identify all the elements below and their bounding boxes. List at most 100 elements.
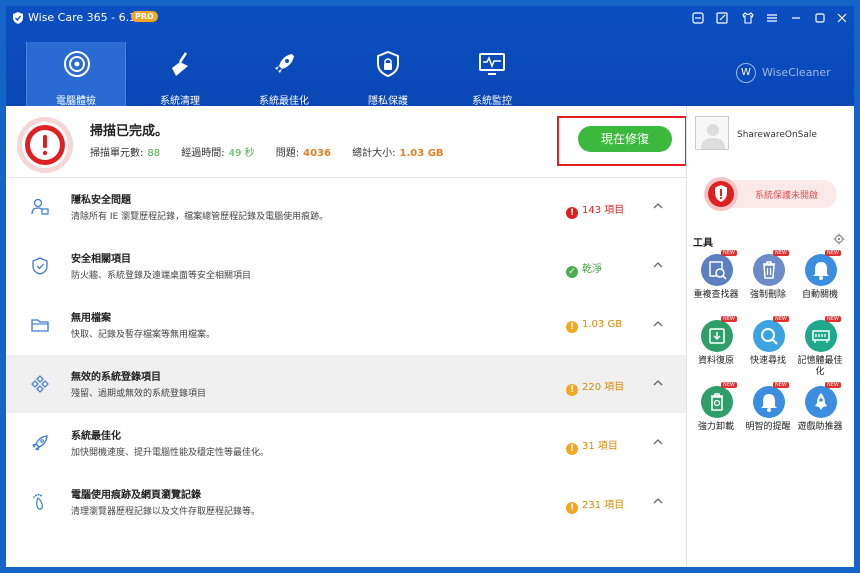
tool-label: 明智的提醒 bbox=[745, 422, 791, 432]
tool-uninstaller[interactable]: NEW 強力卸載 bbox=[691, 382, 741, 442]
memory-icon bbox=[805, 320, 837, 352]
chevron-up-icon[interactable] bbox=[652, 377, 664, 389]
tab-label: 系統最佳化 bbox=[259, 96, 309, 107]
tab-optimizer[interactable]: 系統最佳化 bbox=[234, 42, 334, 107]
tool-data-recovery[interactable]: NEW 資料復原 bbox=[691, 316, 741, 376]
error-status-icon: ! bbox=[566, 207, 578, 219]
app-title: Wise Care 365 - 6.3.2 bbox=[28, 11, 147, 24]
tool-auto-shutdown[interactable]: NEW 自動關機 bbox=[795, 250, 845, 310]
new-badge: NEW bbox=[721, 250, 737, 256]
scan-status-title: 掃描已完成。 bbox=[90, 124, 169, 139]
row-title: 系統最佳化 bbox=[71, 431, 121, 442]
protection-status-text: 系統保護未開啟 bbox=[755, 191, 819, 201]
result-row-registry[interactable]: 無效的系統登錄項目 殘留、過期或無效的系統登錄項目 ! 220 項目 bbox=[6, 355, 686, 413]
username[interactable]: SharewareOnSale bbox=[737, 130, 817, 140]
tab-checkup[interactable]: 電腦體檢 bbox=[26, 42, 126, 107]
skin-icon[interactable] bbox=[740, 10, 756, 26]
new-badge: NEW bbox=[825, 316, 841, 322]
protection-off-shield-icon bbox=[704, 177, 738, 211]
maximize-icon[interactable] bbox=[812, 10, 828, 26]
tab-monitor[interactable]: 系統監控 bbox=[442, 42, 542, 107]
tab-label: 系統監控 bbox=[472, 96, 512, 107]
title-bar: Wise Care 365 - 6.3.2 PRO bbox=[6, 6, 854, 30]
feedback-icon[interactable] bbox=[690, 10, 706, 26]
alert-icon bbox=[17, 117, 73, 173]
duplicate-finder-icon bbox=[701, 254, 733, 286]
monitor-pulse-icon bbox=[479, 53, 505, 75]
row-status: ! 220 項目 bbox=[566, 378, 624, 396]
warning-status-icon: ! bbox=[566, 502, 578, 514]
result-row-privacy[interactable]: 隱私安全問題 清除所有 IE 瀏覽歷程記錄，檔案總管歷程記錄及電腦使用痕跡。 !… bbox=[6, 178, 686, 236]
chevron-up-icon[interactable] bbox=[652, 259, 664, 271]
tools-heading: 工具 bbox=[693, 238, 713, 249]
result-row-traces[interactable]: 電腦使用痕跡及網頁瀏覽記錄 清理瀏覽器歷程記錄以及文件存取歷程記錄等。 ! 231… bbox=[6, 473, 686, 531]
scan-summary: 掃描已完成。 掃描單元數: 88 經過時間: 49 秒 問題: 4036 總計大小: 1… bbox=[6, 106, 687, 178]
warning-status-icon: ! bbox=[566, 321, 578, 333]
time-label: 經過時間: bbox=[181, 148, 225, 159]
row-status: ! 143 項目 bbox=[566, 201, 624, 219]
row-status: ! 1.03 GB bbox=[566, 319, 622, 333]
tool-label: 記憶體最佳化 bbox=[797, 356, 843, 377]
user-privacy-icon bbox=[31, 198, 49, 215]
tab-privacy[interactable]: 隱私保護 bbox=[338, 42, 438, 107]
bell-icon bbox=[805, 254, 837, 286]
row-description: 防火牆、系統登錄及遠端桌面等安全相關項目 bbox=[71, 271, 252, 281]
tool-label: 資料復原 bbox=[697, 356, 734, 366]
folder-icon bbox=[31, 319, 49, 332]
tool-label: 強制刪除 bbox=[749, 290, 786, 300]
result-row-junk[interactable]: 無用檔案 快取、記錄及暫存檔案等無用檔案。 ! 1.03 GB bbox=[6, 296, 686, 354]
tool-game-booster[interactable]: NEW 遊戲助推器 bbox=[795, 382, 845, 442]
row-status-text: 143 項目 bbox=[582, 205, 625, 216]
avatar[interactable] bbox=[695, 116, 729, 150]
row-title: 無用檔案 bbox=[71, 313, 111, 324]
row-status-text: 乾淨 bbox=[582, 264, 602, 275]
tool-force-delete[interactable]: NEW 強制刪除 bbox=[743, 250, 793, 310]
tool-fast-search[interactable]: NEW 快速尋找 bbox=[743, 316, 793, 376]
new-badge: NEW bbox=[773, 382, 789, 388]
result-row-optimize[interactable]: 系統最佳化 加快開機速度、提升電腦性能及穩定性等最佳化。 ! 31 項目 bbox=[6, 414, 686, 472]
edit-icon[interactable] bbox=[714, 10, 730, 26]
tab-cleaner[interactable]: 系統清理 bbox=[130, 42, 230, 107]
warning-status-icon: ! bbox=[566, 443, 578, 455]
tab-label: 電腦體檢 bbox=[56, 96, 96, 107]
gear-icon[interactable] bbox=[833, 233, 845, 245]
row-title: 安全相關項目 bbox=[71, 254, 131, 265]
chevron-up-icon[interactable] bbox=[652, 318, 664, 330]
tool-memory-optimizer[interactable]: NEW 記憶體最佳化 bbox=[795, 316, 845, 377]
warning-status-icon: ! bbox=[566, 384, 578, 396]
tool-duplicate-finder[interactable]: NEW 重複查找器 bbox=[691, 250, 741, 310]
trash-icon bbox=[753, 254, 785, 286]
header: Wise Care 365 - 6.3.2 PRO 電腦體檢 系統清理 系統最佳… bbox=[6, 6, 854, 107]
shield-check-icon bbox=[32, 257, 48, 275]
close-icon[interactable] bbox=[834, 10, 850, 26]
chevron-up-icon[interactable] bbox=[652, 436, 664, 448]
chevron-up-icon[interactable] bbox=[652, 495, 664, 507]
size-value: 1.03 GB bbox=[399, 148, 444, 159]
chevron-up-icon[interactable] bbox=[652, 200, 664, 212]
menu-icon[interactable] bbox=[764, 10, 780, 26]
row-status: ! 31 項目 bbox=[566, 437, 618, 455]
minimize-icon[interactable] bbox=[788, 10, 804, 26]
row-status-text: 231 項目 bbox=[582, 500, 625, 511]
reminder-bell-icon bbox=[753, 386, 785, 418]
tab-label: 隱私保護 bbox=[368, 96, 408, 107]
row-status: ! 231 項目 bbox=[566, 496, 624, 514]
app-window: Wise Care 365 - 6.3.2 PRO 電腦體檢 系統清理 系統最佳… bbox=[6, 6, 854, 567]
wisecleaner-logo-icon: W bbox=[736, 63, 756, 83]
tool-label: 快速尋找 bbox=[749, 356, 786, 366]
issues-value: 4036 bbox=[303, 148, 331, 159]
footprint-icon bbox=[33, 493, 43, 510]
protection-status[interactable]: 系統保護未開啟 bbox=[704, 177, 837, 211]
rocket-icon bbox=[275, 54, 294, 73]
data-recovery-icon bbox=[701, 320, 733, 352]
new-badge: NEW bbox=[773, 250, 789, 256]
row-status-text: 31 項目 bbox=[582, 441, 618, 452]
uninstall-icon bbox=[701, 386, 733, 418]
row-title: 電腦使用痕跡及網頁瀏覽記錄 bbox=[71, 490, 201, 501]
row-description: 清理瀏覽器歷程記錄以及文件存取歷程記錄等。 bbox=[71, 507, 261, 517]
row-description: 殘留、過期或無效的系統登錄項目 bbox=[71, 389, 207, 399]
row-description: 加快開機速度、提升電腦性能及穩定性等最佳化。 bbox=[71, 448, 270, 458]
result-row-security[interactable]: 安全相關項目 防火牆、系統登錄及遠端桌面等安全相關項目 ✓ 乾淨 bbox=[6, 237, 686, 295]
wisecleaner-brand[interactable]: WiseCleaner bbox=[762, 66, 831, 79]
tool-smart-reminder[interactable]: NEW 明智的提醒 bbox=[743, 382, 793, 442]
